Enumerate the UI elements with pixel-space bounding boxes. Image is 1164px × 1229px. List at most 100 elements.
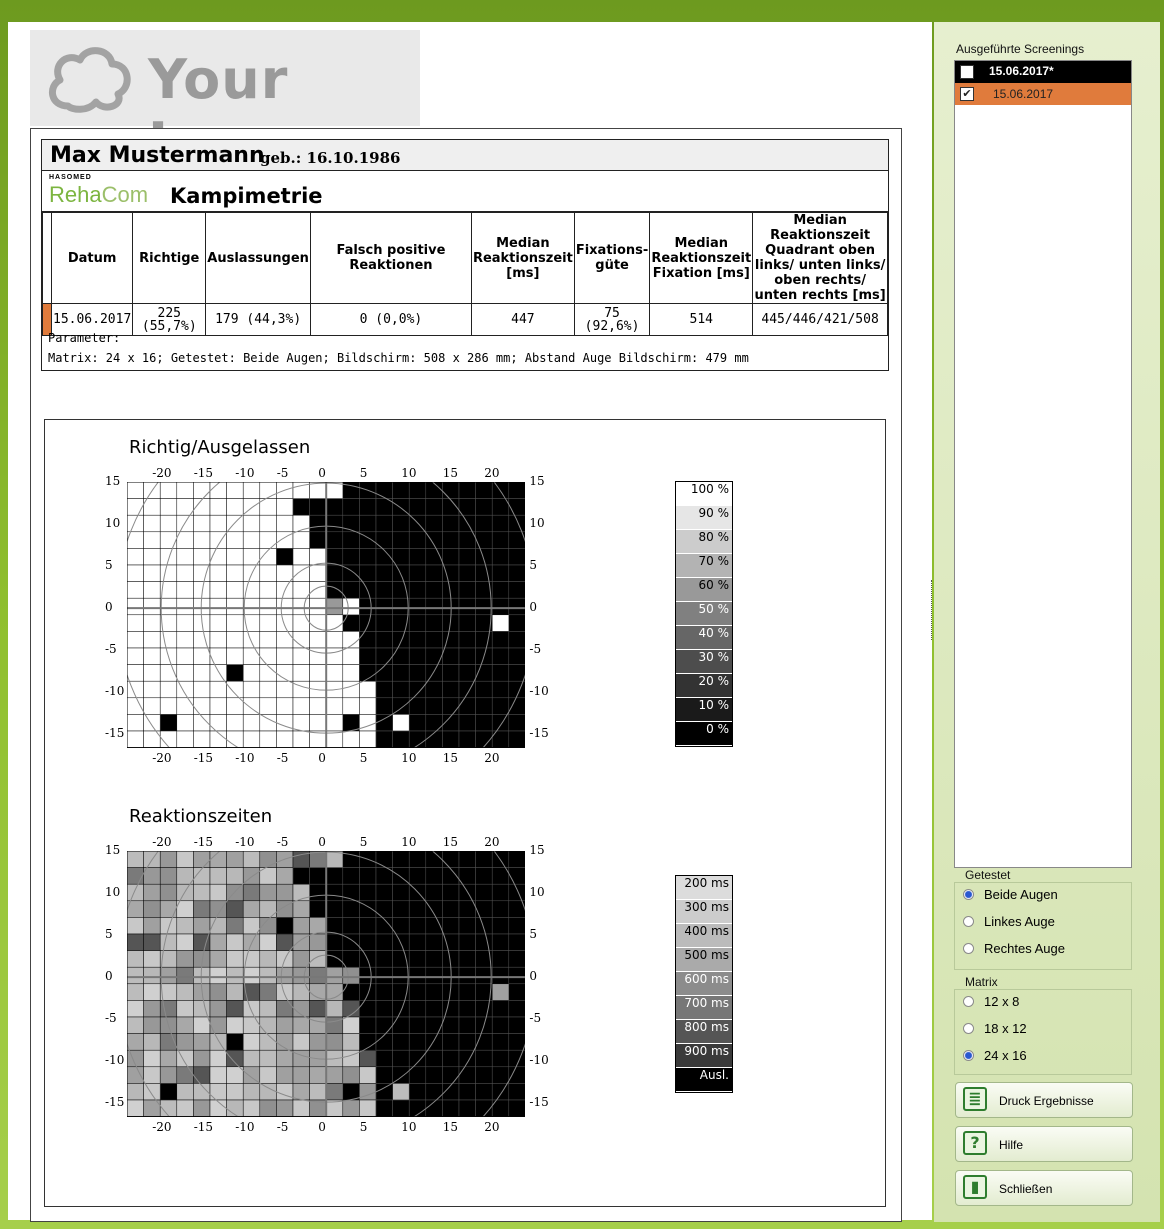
field-cell	[292, 581, 310, 599]
field-cell	[292, 1066, 310, 1084]
screening-checkbox-checked[interactable]: ✔	[960, 87, 974, 101]
field-cell	[292, 647, 310, 665]
field-cell	[143, 614, 161, 632]
radio-label: 24 x 16	[984, 1048, 1027, 1063]
legend-entry: 30 %	[676, 650, 732, 674]
field-cell	[276, 647, 294, 665]
field-cell	[375, 581, 393, 599]
radio-rechtes-auge[interactable]: Rechtes Auge	[955, 937, 1131, 964]
radio-selected-icon[interactable]	[963, 889, 974, 900]
field-cell	[491, 983, 510, 1001]
axis-tick-label: 10	[401, 466, 417, 480]
field-cell	[292, 714, 310, 732]
field-cell	[209, 983, 227, 1001]
field-cell	[325, 597, 344, 616]
field-cell	[176, 1000, 194, 1018]
field-cell	[325, 482, 344, 499]
field-cell	[375, 1066, 393, 1084]
field-cell	[127, 1099, 144, 1117]
field-cell	[276, 730, 294, 748]
field-cell	[242, 1016, 261, 1034]
getestet-title: Getestet	[965, 868, 1011, 882]
field-cell	[425, 664, 443, 682]
field-cell	[458, 1033, 476, 1051]
field-cell	[159, 714, 178, 732]
field-cell	[508, 1083, 526, 1101]
field-cell	[127, 950, 144, 968]
field-cell	[442, 514, 460, 533]
field-cell	[226, 564, 244, 582]
field-cell	[475, 1066, 493, 1084]
field-cell	[408, 851, 427, 868]
field-cell	[375, 514, 393, 533]
field-cell	[259, 966, 277, 985]
field-cell	[127, 581, 144, 599]
radio-icon[interactable]	[963, 996, 974, 1007]
screenings-list[interactable]: 15.06.2017* ✔ 15.06.2017	[954, 60, 1132, 868]
radio-icon[interactable]	[963, 943, 974, 954]
field-cell	[375, 883, 393, 902]
radio-beide-augen[interactable]: Beide Augen	[955, 883, 1131, 910]
field-cell	[325, 966, 344, 985]
legend-reaktionszeiten: 200 ms 300 ms 400 ms 500 ms 600 ms 700 ms 800 …	[675, 875, 733, 1093]
field-cell	[259, 531, 277, 549]
screening-checkbox[interactable]	[960, 65, 974, 79]
field-cell	[491, 917, 510, 935]
field-cell	[309, 531, 327, 549]
field-cell	[408, 714, 427, 732]
field-cell	[491, 531, 510, 549]
field-cell	[242, 883, 261, 902]
radio-linkes-auge[interactable]: Linkes Auge	[955, 910, 1131, 937]
radio-label: 12 x 8	[984, 994, 1020, 1009]
field-cell	[292, 730, 310, 748]
list-item[interactable]: ✔ 15.06.2017	[955, 83, 1131, 105]
field-cell	[276, 1083, 294, 1101]
field-cell	[143, 664, 161, 682]
screenings-title: Ausgeführte Screenings	[956, 42, 1085, 56]
radio-12x8[interactable]: 12 x 8	[955, 990, 1131, 1017]
help-button[interactable]: ? Hilfe	[955, 1126, 1133, 1162]
field-cell	[143, 697, 161, 715]
axis-tick-label: -10	[235, 750, 255, 765]
field-cell	[209, 514, 227, 533]
close-button[interactable]: ▮ Schließen	[955, 1170, 1133, 1206]
axis-tick-label: 5	[529, 558, 538, 573]
field-cell	[475, 514, 493, 533]
field-cell	[127, 917, 144, 935]
field-cell	[259, 1000, 277, 1018]
field-cell	[259, 983, 277, 1001]
radio-18x12[interactable]: 18 x 12	[955, 1017, 1131, 1044]
radio-icon[interactable]	[963, 1023, 974, 1034]
radio-selected-icon[interactable]	[963, 1050, 974, 1061]
field-cell	[392, 851, 410, 868]
field-cell	[325, 917, 344, 935]
field-cell	[425, 950, 443, 968]
field-cell	[226, 714, 244, 732]
field-cell	[508, 1000, 526, 1018]
print-results-button[interactable]: ≣ Druck Ergebnisse	[955, 1082, 1133, 1118]
field-cell	[176, 983, 194, 1001]
field-cell	[425, 597, 443, 616]
field-cell	[359, 966, 377, 985]
field-cell	[458, 631, 476, 649]
axis-tick-label: 5	[105, 558, 113, 573]
field-cell	[359, 730, 377, 748]
list-item[interactable]: 15.06.2017*	[955, 61, 1131, 83]
radio-24x16[interactable]: 24 x 16	[955, 1044, 1131, 1071]
field-cell	[359, 1016, 377, 1034]
field-cell	[508, 730, 526, 748]
field-cell	[359, 1099, 377, 1117]
field-cell	[309, 1000, 327, 1018]
field-cell	[209, 614, 227, 632]
legend-entry: 200 ms	[676, 876, 732, 900]
axis-tick-label: -15	[193, 750, 214, 765]
axis-tick-label: 5	[359, 750, 368, 765]
field-cell	[276, 498, 294, 516]
field-cell	[309, 581, 327, 599]
field-cell	[392, 1049, 410, 1068]
field-cell	[276, 983, 294, 1001]
field-cell	[242, 900, 261, 918]
field-cell	[325, 581, 344, 599]
radio-icon[interactable]	[963, 916, 974, 927]
field-cell	[408, 1049, 427, 1068]
